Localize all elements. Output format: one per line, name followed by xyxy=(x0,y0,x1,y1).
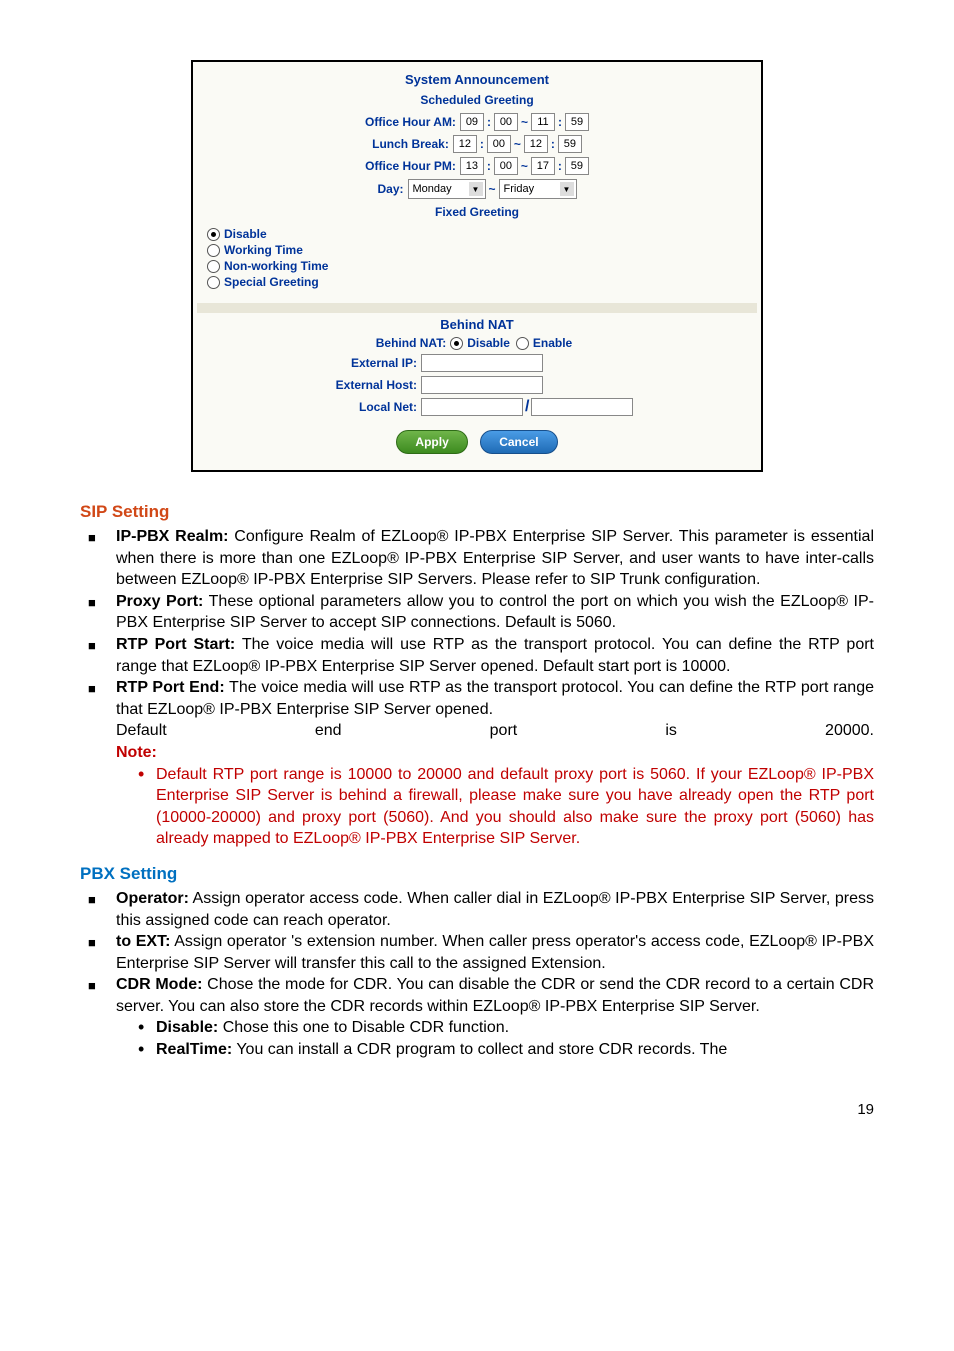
office-hour-pm-row: Office Hour PM: 13 : 00 ~ 17 : 59 xyxy=(197,157,757,175)
config-screenshot: System Announcement Scheduled Greeting O… xyxy=(191,60,763,472)
office-pm-h1-input[interactable]: 13 xyxy=(460,157,484,175)
radio-icon xyxy=(450,337,463,350)
scheduled-greeting-title: Scheduled Greeting xyxy=(197,91,757,109)
office-am-h2-input[interactable]: 11 xyxy=(531,113,555,131)
office-am-h1-input[interactable]: 09 xyxy=(460,113,484,131)
office-pm-m2-input[interactable]: 59 xyxy=(565,157,589,175)
list-item: Operator: Assign operator access code. W… xyxy=(116,888,874,931)
opt-special[interactable]: Special Greeting xyxy=(207,275,747,289)
external-host-row: External Host: xyxy=(197,376,757,394)
external-ip-row: External IP: xyxy=(197,354,757,372)
lunch-break-row: Lunch Break: 12 : 00 ~ 12 : 59 xyxy=(197,135,757,153)
lunch-label: Lunch Break: xyxy=(372,137,453,151)
day-row: Day: Monday▼ ~ Friday▼ xyxy=(197,179,757,199)
lunch-m1-input[interactable]: 00 xyxy=(487,135,511,153)
list-item: RTP Port End: The voice media will use R… xyxy=(116,677,874,850)
lunch-h1-input[interactable]: 12 xyxy=(453,135,477,153)
office-pm-m1-input[interactable]: 00 xyxy=(494,157,518,175)
radio-icon xyxy=(207,260,220,273)
list-item: to EXT: Assign operator 's extension num… xyxy=(116,931,874,974)
list-item: CDR Mode: Chose the mode for CDR. You ca… xyxy=(116,974,874,1060)
pbx-setting-heading: PBX Setting xyxy=(80,864,874,884)
local-net-label: Local Net: xyxy=(317,400,421,414)
office-am-m2-input[interactable]: 59 xyxy=(565,113,589,131)
radio-icon xyxy=(207,276,220,289)
note-item: Default RTP port range is 10000 to 20000… xyxy=(156,764,874,850)
lunch-h2-input[interactable]: 12 xyxy=(524,135,548,153)
sub-item: Disable: Chose this one to Disable CDR f… xyxy=(156,1017,874,1039)
office-am-m1-input[interactable]: 00 xyxy=(494,113,518,131)
chevron-down-icon: ▼ xyxy=(469,182,483,196)
cancel-button[interactable]: Cancel xyxy=(480,430,557,454)
fixed-greeting-title: Fixed Greeting xyxy=(197,203,757,221)
local-net-row: Local Net: / xyxy=(197,398,757,416)
system-announcement-title: System Announcement xyxy=(197,72,757,87)
office-pm-h2-input[interactable]: 17 xyxy=(531,157,555,175)
radio-icon xyxy=(207,244,220,257)
day-label: Day: xyxy=(377,182,407,196)
local-net-mask-input[interactable] xyxy=(531,398,633,416)
local-net-input[interactable] xyxy=(421,398,523,416)
sip-setting-heading: SIP Setting xyxy=(80,502,874,522)
external-host-input[interactable] xyxy=(421,376,543,394)
note-label: Note: xyxy=(116,744,157,761)
apply-button[interactable]: Apply xyxy=(396,430,467,454)
fixed-greeting-options: Disable Working Time Non-working Time Sp… xyxy=(197,221,757,299)
opt-nonworking[interactable]: Non-working Time xyxy=(207,259,747,273)
behind-nat-title: Behind NAT xyxy=(197,317,757,332)
lunch-m2-input[interactable]: 59 xyxy=(558,135,582,153)
day-to-select[interactable]: Friday▼ xyxy=(499,179,577,199)
list-item: RTP Port Start: The voice media will use… xyxy=(116,634,874,677)
office-pm-label: Office Hour PM: xyxy=(365,159,460,173)
behind-nat-label: Behind NAT: xyxy=(376,336,450,350)
page-number: 19 xyxy=(80,1101,874,1118)
list-item: Proxy Port: These optional parameters al… xyxy=(116,591,874,634)
external-host-label: External Host: xyxy=(317,378,421,392)
opt-disable[interactable]: Disable xyxy=(207,227,747,241)
external-ip-label: External IP: xyxy=(317,356,421,370)
opt-working[interactable]: Working Time xyxy=(207,243,747,257)
radio-icon xyxy=(516,337,529,350)
office-hour-am-row: Office Hour AM: 09 : 00 ~ 11 : 59 xyxy=(197,113,757,131)
behind-nat-row: Behind NAT: Disable Enable xyxy=(197,336,757,350)
office-am-label: Office Hour AM: xyxy=(365,115,460,129)
radio-icon xyxy=(207,228,220,241)
button-row: Apply Cancel xyxy=(197,430,757,454)
nat-enable-radio[interactable]: Enable xyxy=(516,336,572,350)
external-ip-input[interactable] xyxy=(421,354,543,372)
sub-item: RealTime: You can install a CDR program … xyxy=(156,1039,874,1061)
nat-disable-radio[interactable]: Disable xyxy=(450,336,510,350)
day-from-select[interactable]: Monday▼ xyxy=(408,179,486,199)
list-item: IP-PBX Realm: Configure Realm of EZLoop®… xyxy=(116,526,874,591)
divider xyxy=(197,303,757,313)
chevron-down-icon: ▼ xyxy=(560,182,574,196)
